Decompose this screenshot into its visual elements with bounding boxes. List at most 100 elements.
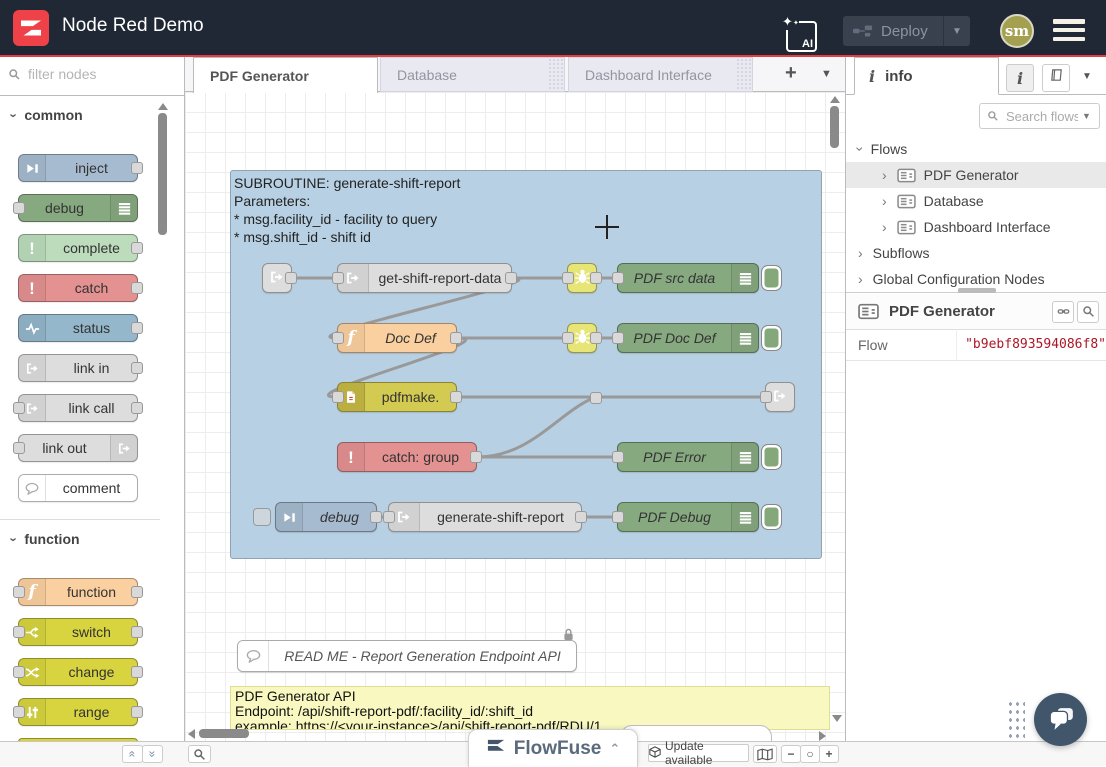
node-get-shift-report-data[interactable]: get-shift-report-data: [337, 263, 512, 293]
palette-node-catch[interactable]: ! catch: [18, 274, 138, 302]
port[interactable]: [13, 666, 25, 678]
port[interactable]: [13, 442, 25, 454]
node-pdf-debug[interactable]: PDF Debug: [617, 502, 759, 532]
sidebar-menu-caret[interactable]: ▼: [1082, 71, 1092, 82]
port[interactable]: [13, 586, 25, 598]
deploy-button[interactable]: Deploy ▼: [843, 16, 970, 46]
port[interactable]: [131, 282, 143, 294]
palette-node-switch[interactable]: switch: [18, 618, 138, 646]
node-bug-2[interactable]: [567, 323, 597, 353]
port[interactable]: [131, 322, 143, 334]
sidebar-help-button[interactable]: [1042, 64, 1070, 92]
flowfuse-button[interactable]: FlowFuse ⌃: [468, 729, 638, 767]
node-link-out[interactable]: [765, 382, 795, 412]
canvas-scroll-down[interactable]: [832, 715, 842, 722]
port[interactable]: [131, 162, 143, 174]
collapse-all-button[interactable]: «: [122, 745, 143, 763]
port[interactable]: [575, 511, 587, 523]
port[interactable]: [13, 202, 25, 214]
add-flow-button[interactable]: +: [785, 62, 797, 85]
palette-scrollbar-thumb[interactable]: [158, 113, 167, 235]
node-pdf-doc-def[interactable]: PDF Doc Def: [617, 323, 759, 353]
canvas-search-button[interactable]: [188, 745, 211, 763]
flow-canvas[interactable]: SUBROUTINE: generate-shift-reportParamet…: [185, 92, 845, 741]
widget-drag-handle[interactable]: [1007, 700, 1025, 740]
port[interactable]: [470, 451, 482, 463]
port[interactable]: [612, 511, 624, 523]
wire-junction[interactable]: [590, 392, 602, 404]
zoom-out-button[interactable]: −: [781, 745, 801, 763]
palette-node-function[interactable]: f function: [18, 578, 138, 606]
palette-node-change[interactable]: change: [18, 658, 138, 686]
node-doc-def[interactable]: f Doc Def: [337, 323, 457, 353]
expand-all-button[interactable]: »: [142, 745, 163, 763]
debug-toggle-button[interactable]: [761, 504, 782, 530]
tab-database[interactable]: Database: [380, 57, 565, 92]
node-debug-inject[interactable]: debug: [275, 502, 377, 532]
inject-trigger-button[interactable]: [253, 508, 271, 526]
node-generate-shift-report[interactable]: generate-shift-report: [388, 502, 582, 532]
port[interactable]: [131, 626, 143, 638]
tab-pdf-generator[interactable]: PDF Generator: [193, 57, 378, 93]
sidebar-tab-info[interactable]: i info: [854, 57, 999, 95]
port[interactable]: [450, 391, 462, 403]
deploy-options-caret[interactable]: ▼: [943, 16, 970, 46]
port[interactable]: [332, 391, 344, 403]
navigator-map-button[interactable]: [753, 745, 777, 763]
port[interactable]: [370, 511, 382, 523]
palette-node-link-call[interactable]: link call: [18, 394, 138, 422]
scroll-up-arrow[interactable]: [158, 103, 168, 110]
port[interactable]: [332, 332, 344, 344]
copy-link-button[interactable]: [1052, 301, 1074, 323]
debug-toggle-button[interactable]: [761, 444, 782, 470]
api-doc-sticky-note[interactable]: PDF Generator APIEndpoint: /api/shift-re…: [230, 686, 830, 730]
splitter-grip[interactable]: [958, 288, 996, 293]
node-pdfmake[interactable]: pdfmake.: [337, 382, 457, 412]
port[interactable]: [131, 666, 143, 678]
palette-node-comment[interactable]: comment: [18, 474, 138, 502]
port[interactable]: [450, 332, 462, 344]
port[interactable]: [131, 706, 143, 718]
port[interactable]: [332, 272, 344, 284]
canvas-scroll-up[interactable]: [830, 96, 840, 103]
debug-toggle-button[interactable]: [761, 265, 782, 291]
port[interactable]: [131, 402, 143, 414]
category-common[interactable]: › common: [0, 103, 160, 127]
port[interactable]: [131, 586, 143, 598]
palette-node-link-in[interactable]: link in: [18, 354, 138, 382]
port[interactable]: [760, 391, 772, 403]
flows-search-box[interactable]: ▼: [979, 103, 1100, 129]
search-flow-button[interactable]: [1077, 301, 1099, 323]
debug-toggle-button[interactable]: [761, 325, 782, 351]
tree-item-dashboard-interface[interactable]: › Dashboard Interface: [846, 214, 1106, 240]
zoom-in-button[interactable]: +: [819, 745, 839, 763]
filter-nodes-input[interactable]: [26, 65, 170, 83]
node-readme-comment[interactable]: READ ME - Report Generation Endpoint API: [237, 640, 577, 672]
port[interactable]: [383, 511, 395, 523]
port[interactable]: [590, 272, 602, 284]
port[interactable]: [590, 332, 602, 344]
node-pdf-src-data[interactable]: PDF src data: [617, 263, 759, 293]
main-menu-button[interactable]: [1053, 19, 1085, 41]
palette-node-range[interactable]: range: [18, 698, 138, 726]
zoom-reset-button[interactable]: ○: [800, 745, 820, 763]
port[interactable]: [13, 706, 25, 718]
canvas-hscroll-thumb[interactable]: [199, 729, 249, 738]
node-link-in[interactable]: [262, 263, 292, 293]
port[interactable]: [131, 362, 143, 374]
sidebar-info-button[interactable]: i: [1006, 64, 1034, 92]
node-bug-1[interactable]: [567, 263, 597, 293]
tree-item-subflows[interactable]: › Subflows: [846, 240, 1106, 266]
port[interactable]: [13, 402, 25, 414]
port[interactable]: [612, 451, 624, 463]
user-avatar[interactable]: sm: [1000, 14, 1034, 48]
node-catch-group[interactable]: ! catch: group: [337, 442, 477, 472]
palette-node-inject[interactable]: inject: [18, 154, 138, 182]
update-available-button[interactable]: Update available: [648, 744, 749, 762]
palette-node-complete[interactable]: ! complete: [18, 234, 138, 262]
port[interactable]: [562, 332, 574, 344]
search-flows-input[interactable]: [1004, 108, 1080, 125]
palette-node-status[interactable]: status: [18, 314, 138, 342]
port[interactable]: [612, 332, 624, 344]
tab-list-caret[interactable]: ▼: [821, 68, 832, 80]
